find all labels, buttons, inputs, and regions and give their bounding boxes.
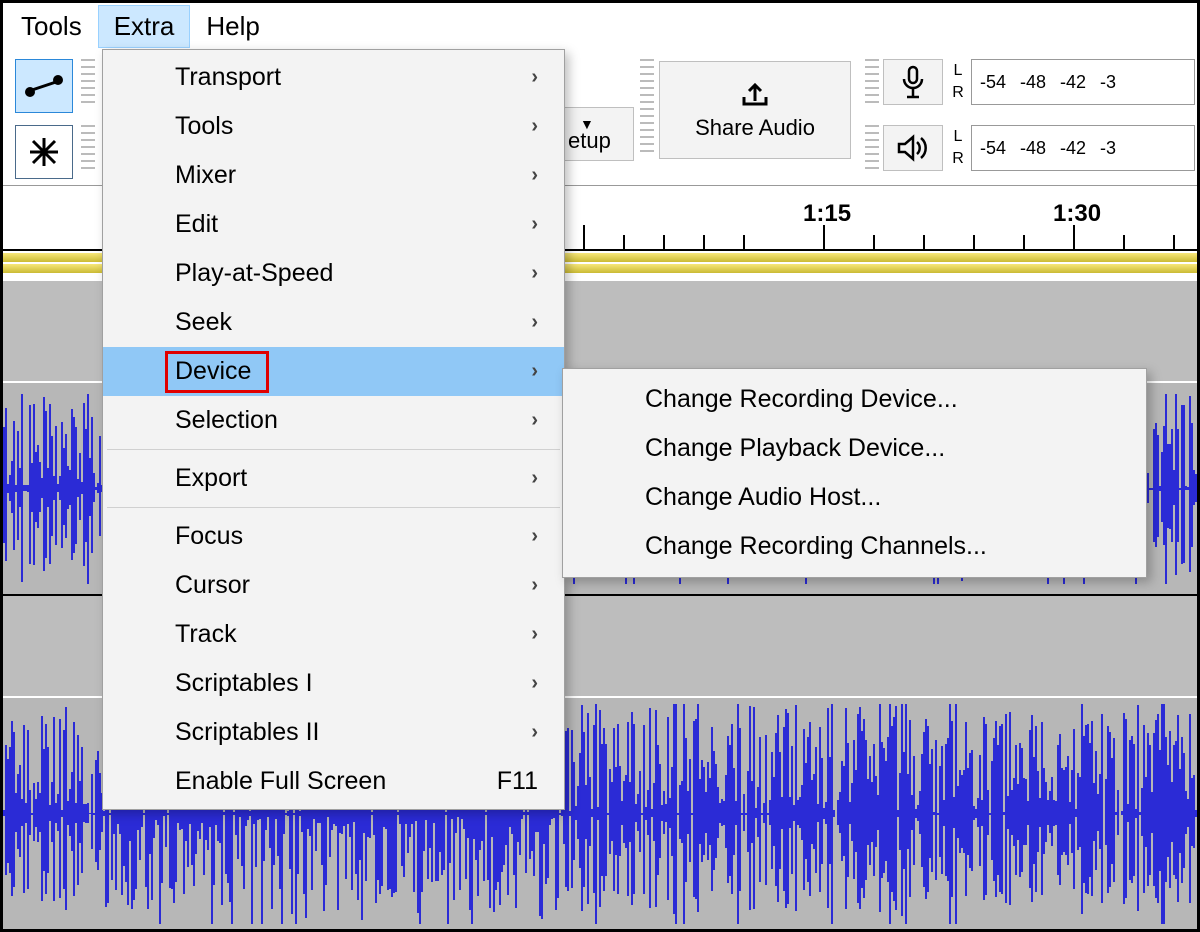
lr-label: LR [947, 59, 969, 105]
share-audio-label: Share Audio [695, 115, 815, 141]
menubar: Tools Extra Help [3, 3, 1197, 49]
menu-item-selection[interactable]: Selection› [103, 396, 564, 445]
record-level-meter[interactable]: -54 -48 -42 -3 [971, 59, 1195, 105]
menu-item-fullscreen[interactable]: Enable Full ScreenF11 [103, 757, 564, 806]
submenu-change-recording-device[interactable]: Change Recording Device... [563, 375, 1146, 424]
timeline-label: 1:30 [1053, 200, 1101, 228]
menu-item-track[interactable]: Track› [103, 610, 564, 659]
menu-separator [107, 507, 560, 508]
menu-item-mixer[interactable]: Mixer› [103, 151, 564, 200]
extra-menu: Transport› Tools› Mixer› Edit› Play-at-S… [102, 49, 565, 810]
chevron-right-icon: › [531, 672, 538, 695]
chevron-right-icon: › [531, 360, 538, 383]
chevron-right-icon: › [531, 721, 538, 744]
menu-item-scriptables2[interactable]: Scriptables II› [103, 708, 564, 757]
audio-setup-label-partial: etup [568, 128, 611, 154]
menu-item-cursor[interactable]: Cursor› [103, 561, 564, 610]
submenu-change-playback-device[interactable]: Change Playback Device... [563, 424, 1146, 473]
menu-item-export[interactable]: Export› [103, 454, 564, 503]
menu-item-seek[interactable]: Seek› [103, 298, 564, 347]
lr-label: LR [947, 125, 969, 171]
menu-item-play-at-speed[interactable]: Play-at-Speed› [103, 249, 564, 298]
multi-tool-button[interactable] [15, 125, 73, 179]
chevron-right-icon: › [531, 262, 538, 285]
menu-tools[interactable]: Tools [5, 5, 98, 48]
chevron-right-icon: › [531, 213, 538, 236]
menu-item-transport[interactable]: Transport› [103, 53, 564, 102]
chevron-right-icon: › [531, 66, 538, 89]
timeline-label: 1:15 [803, 200, 851, 228]
menu-item-focus[interactable]: Focus› [103, 512, 564, 561]
toolbar-grip[interactable] [865, 125, 879, 171]
chevron-right-icon: › [531, 115, 538, 138]
share-icon [740, 79, 770, 107]
envelope-tool-button[interactable] [15, 59, 73, 113]
menu-item-edit[interactable]: Edit› [103, 200, 564, 249]
menu-item-scriptables1[interactable]: Scriptables I› [103, 659, 564, 708]
app-window: Tools Extra Help Share Audio ▼ etup [0, 0, 1200, 932]
chevron-right-icon: › [531, 409, 538, 432]
audio-setup-button-partial[interactable]: ▼ etup [562, 107, 634, 161]
menu-item-device[interactable]: Device› [103, 347, 564, 396]
chevron-right-icon: › [531, 467, 538, 490]
chevron-right-icon: › [531, 525, 538, 548]
chevron-right-icon: › [531, 574, 538, 597]
chevron-right-icon: › [531, 164, 538, 187]
envelope-icon [24, 74, 64, 98]
toolbar-grip[interactable] [81, 125, 95, 171]
microphone-icon [900, 65, 926, 99]
device-submenu: Change Recording Device... Change Playba… [562, 368, 1147, 578]
chevron-right-icon: › [531, 311, 538, 334]
asterisk-icon [27, 135, 61, 169]
shortcut-label: F11 [497, 767, 538, 796]
playback-level-meter[interactable]: -54 -48 -42 -3 [971, 125, 1195, 171]
speaker-icon [896, 134, 930, 162]
toolbar-grip[interactable] [81, 59, 95, 105]
record-meter-icon-box[interactable] [883, 59, 943, 105]
toolbar-grip[interactable] [865, 59, 879, 105]
submenu-change-recording-channels[interactable]: Change Recording Channels... [563, 522, 1146, 571]
submenu-change-audio-host[interactable]: Change Audio Host... [563, 473, 1146, 522]
menu-help[interactable]: Help [190, 5, 275, 48]
chevron-right-icon: › [531, 623, 538, 646]
menu-separator [107, 449, 560, 450]
menu-item-tools[interactable]: Tools› [103, 102, 564, 151]
playback-meter-icon-box[interactable] [883, 125, 943, 171]
toolbar-grip[interactable] [640, 59, 654, 157]
menu-extra[interactable]: Extra [98, 5, 191, 48]
share-audio-button[interactable]: Share Audio [659, 61, 851, 159]
